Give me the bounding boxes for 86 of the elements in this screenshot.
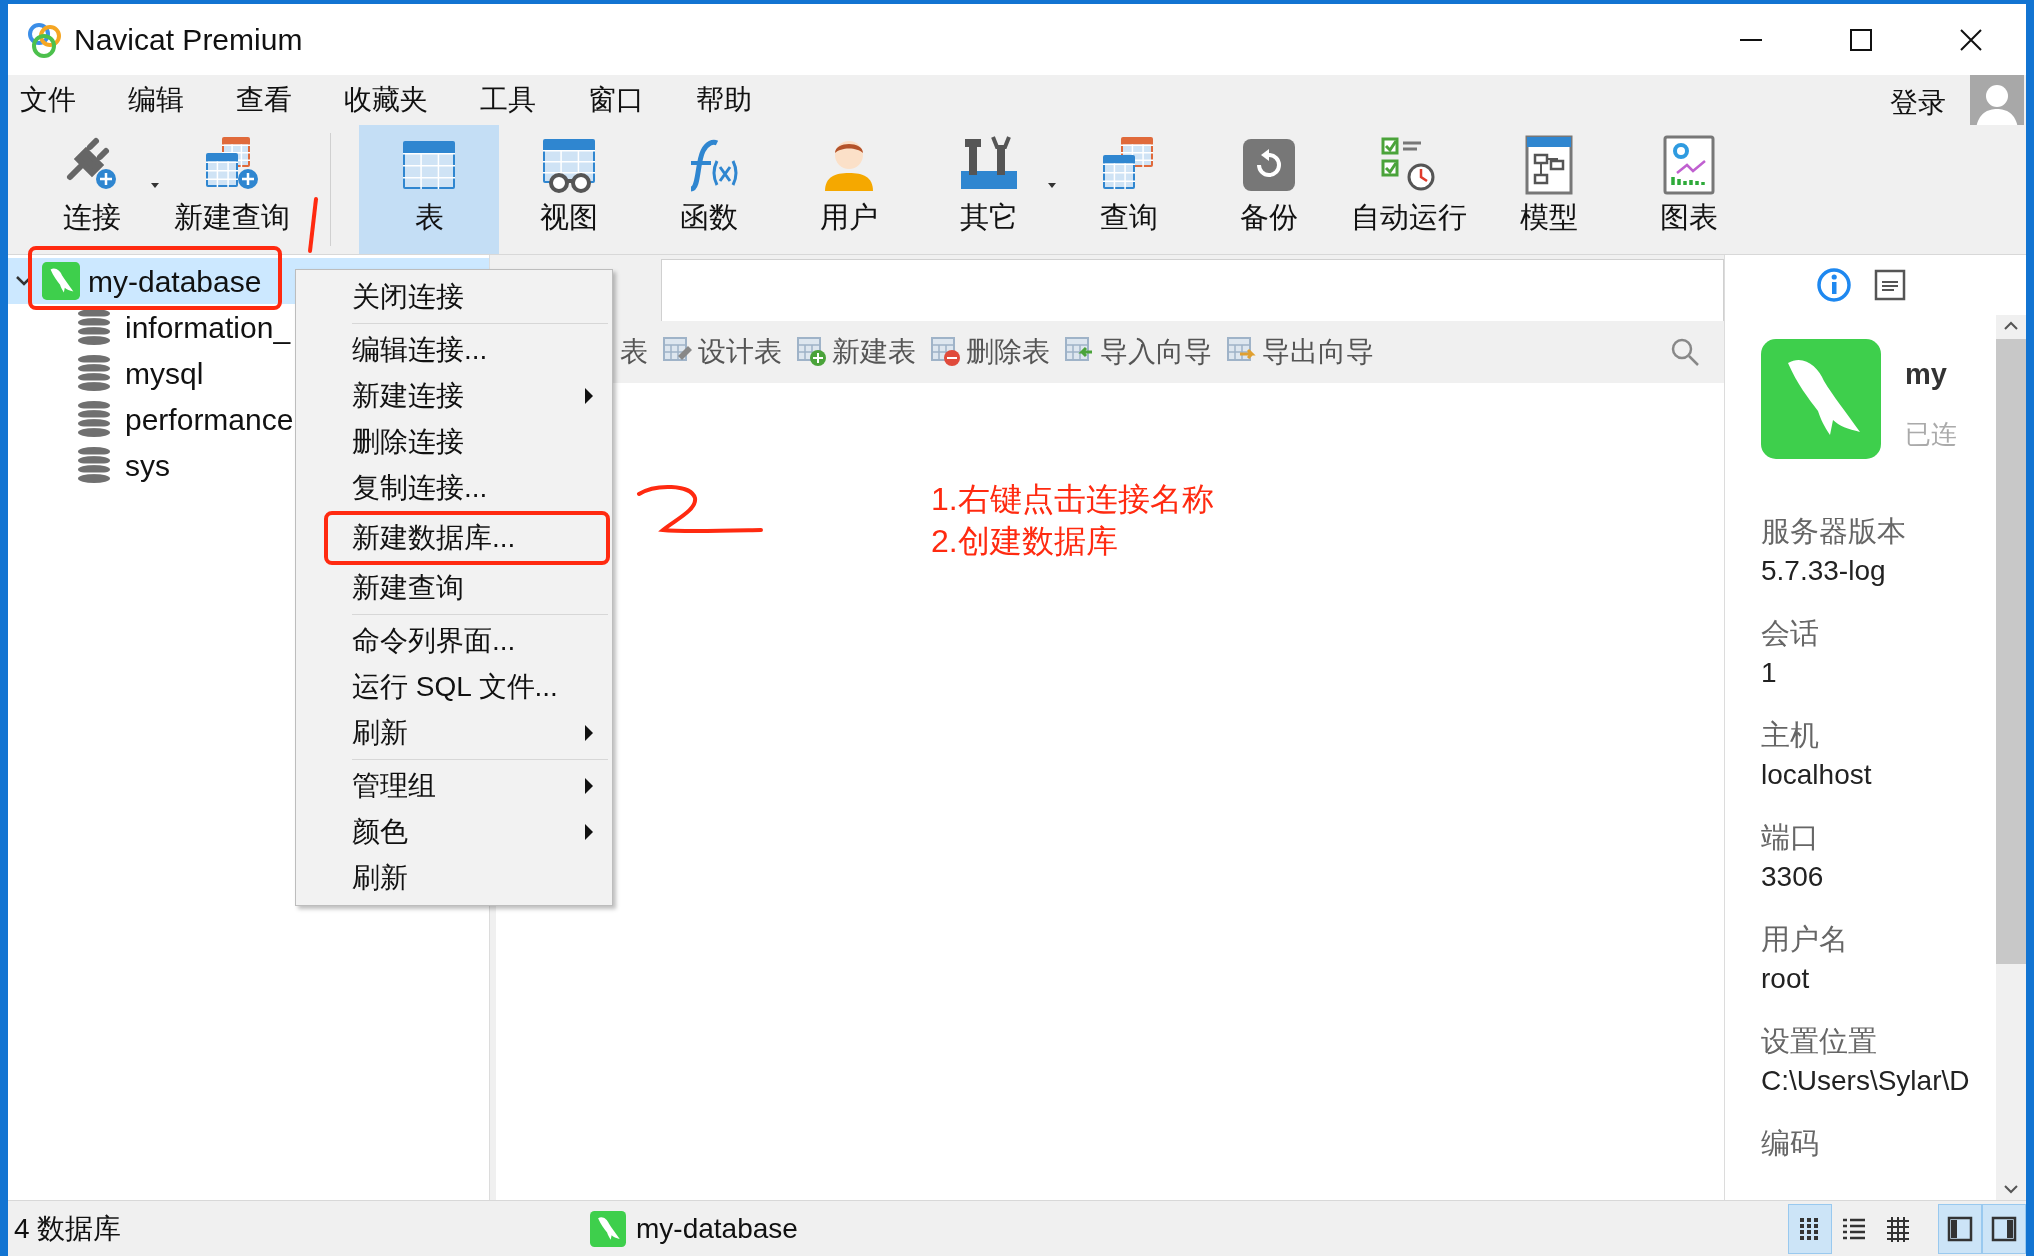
menu-item[interactable]: 窗口 [582,79,650,121]
login-link[interactable]: 登录 [1890,82,1946,124]
field-label: 服务器版本 [1761,514,1907,549]
maximize-icon[interactable] [1849,27,1873,52]
toolbar-button[interactable]: 函数 [639,125,779,254]
window-title: Navicat Premium [74,22,303,58]
toolbar-button[interactable]: 表 [359,125,499,254]
toolbar-button[interactable]: 自动运行 [1339,125,1479,254]
menu-item[interactable]: 新建查询 [296,565,612,611]
menu-item[interactable]: 编辑连接... [296,327,612,373]
status-text: 4 数据库 [13,1211,123,1246]
field-value: 1 [1761,656,1778,690]
status-connection: my-database [636,1211,798,1246]
menu-item[interactable]: 刷新 [296,855,612,901]
field-label: 设置位置 [1761,1024,1878,1059]
menu-item[interactable]: 颜色 [296,809,612,855]
toolbar-button[interactable]: 新建查询 [162,125,302,254]
database-icon [77,401,111,437]
info-icon[interactable] [1815,267,1852,303]
search-icon[interactable] [1670,337,1700,367]
toolbar-button[interactable]: 表 [620,331,648,373]
ddl-document-icon[interactable] [1873,269,1906,301]
menu-item[interactable]: 工具 [474,79,542,121]
menu-item[interactable]: 收藏夹 [338,79,434,121]
database-icon [77,355,111,391]
connection-name: my-database [88,263,262,300]
toolbar-button[interactable]: 新建表 [796,331,916,373]
view-button[interactable] [1788,1203,1832,1254]
database-icon [77,309,111,345]
table-minus-icon [930,336,962,368]
toolbar-button[interactable]: 删除表 [930,331,1050,373]
toolbar-button[interactable]: 视图 [499,125,639,254]
field-value: 5.7.33-log [1761,554,1887,588]
menu-item[interactable]: 新建数据库... [328,515,606,561]
toolbar-button[interactable]: 导出向导 [1226,331,1374,373]
connection-status: 已连 [1905,417,1957,451]
field-value: 3306 [1761,860,1825,894]
menu-item[interactable]: 复制连接... [296,465,612,511]
field-value: C:\Users\Sylar\D [1761,1064,1971,1098]
close-icon[interactable] [1959,27,1983,52]
menu-item[interactable]: 运行 SQL 文件... [296,664,612,710]
annotation-text: 2.创建数据库 [931,522,1119,561]
tree-item[interactable]: information_ [125,304,291,350]
right-panel-icon [1990,1214,2018,1243]
detail-view-icon [1884,1214,1912,1243]
toolbar-button[interactable]: 设计表 [662,331,782,373]
field-label: 会话 [1761,616,1820,651]
field-label: 端口 [1761,820,1820,855]
field-value: root [1761,962,1811,996]
left-panel-icon [1946,1214,1974,1243]
toolbar-button[interactable]: 用户 [779,125,919,254]
field-label: 主机 [1761,718,1820,753]
scrollbar[interactable] [1996,315,2026,1200]
toolbar-button[interactable]: 备份 [1199,125,1339,254]
menu-item[interactable]: 新建连接 [296,373,612,419]
field-value: localhost [1761,758,1873,792]
field-label: 编码 [1761,1126,1820,1161]
scroll-up-icon[interactable] [2003,321,2019,331]
toolbar-button[interactable]: 连接 [22,125,162,254]
toolbar-button[interactable]: 图表 [1619,125,1759,254]
toolbar-button[interactable]: 查询 [1059,125,1199,254]
panel-toggle-button[interactable] [1982,1203,2026,1254]
menu-item[interactable]: 管理组 [296,763,612,809]
caret-icon[interactable] [150,183,160,189]
menu-item[interactable]: 查看 [230,79,298,121]
menu-item[interactable]: 文件 [14,79,82,121]
toolbar-button[interactable]: 其它 [919,125,1059,254]
menu-item[interactable]: 编辑 [122,79,190,121]
tree-item[interactable]: sys [125,442,170,488]
menu-item[interactable]: 刷新 [296,710,612,756]
menu-item[interactable]: 帮助 [690,79,758,121]
database-icon [77,447,111,483]
caret-icon[interactable] [1047,183,1057,189]
annotation-text: 1.右键点击连接名称 [931,480,1214,519]
tree-item[interactable]: mysql [125,350,204,396]
menu-item[interactable]: 命令列界面... [296,618,612,664]
connection-name: my [1905,357,1948,392]
table-plus-icon [796,336,828,368]
field-label: 用户名 [1761,922,1849,957]
toolbar-button[interactable]: 导入向导 [1064,331,1212,373]
toolbar-button[interactable]: 模型 [1479,125,1619,254]
pen-stroke-drawing [306,196,320,254]
scroll-down-icon[interactable] [2003,1184,2019,1194]
panel-toggle-button[interactable] [1938,1203,1982,1254]
tree-item[interactable]: performance [125,396,294,442]
menu-item[interactable]: 删除连接 [296,419,612,465]
